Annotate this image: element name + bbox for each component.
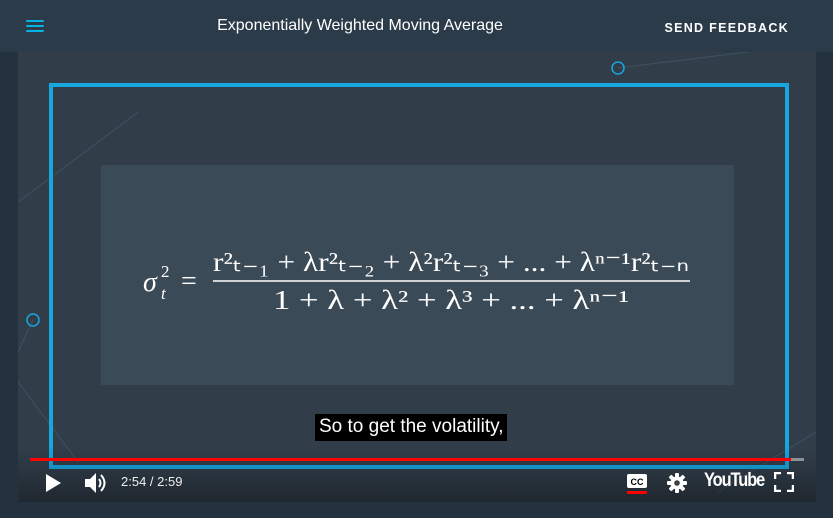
formula-denominator: 1 + λ + λ² + λ³ + ... + λⁿ⁻¹ bbox=[273, 285, 629, 315]
subtitle-caption: So to get the volatility, bbox=[315, 414, 508, 441]
formula-lhs-sup: 2 bbox=[161, 262, 170, 281]
formula-panel: σ 2 t = r²ₜ₋₁ + λr²ₜ₋₂ + λ²r²ₜ₋₃ + ... +… bbox=[101, 165, 734, 385]
top-bar: Exponentially Weighted Moving Average SE… bbox=[0, 0, 833, 52]
formula-lhs: σ bbox=[143, 267, 158, 298]
time-display: 2:54 / 2:59 bbox=[121, 474, 182, 489]
svg-text:CC: CC bbox=[631, 477, 644, 487]
formula-numerator: r²ₜ₋₁ + λr²ₜ₋₂ + λ²r²ₜ₋₃ + ... + λⁿ⁻¹r²ₜ… bbox=[213, 247, 689, 277]
send-feedback-button[interactable]: SEND FEEDBACK bbox=[664, 21, 789, 35]
duration: 2:59 bbox=[157, 474, 183, 489]
lesson-title: Exponentially Weighted Moving Average bbox=[217, 17, 503, 34]
closed-captions-icon[interactable]: CC bbox=[626, 472, 648, 496]
gear-icon[interactable] bbox=[666, 472, 688, 494]
play-icon[interactable] bbox=[43, 472, 63, 494]
video-player[interactable]: σ 2 t = r²ₜ₋₁ + λr²ₜ₋₂ + λ²r²ₜ₋₃ + ... +… bbox=[18, 52, 816, 502]
ewma-formula: σ 2 t = r²ₜ₋₁ + λr²ₜ₋₂ + λ²r²ₜ₋₃ + ... +… bbox=[143, 247, 690, 315]
progress-bar[interactable] bbox=[30, 458, 804, 461]
youtube-logo[interactable]: YouTube bbox=[704, 470, 765, 492]
volume-icon[interactable] bbox=[83, 471, 109, 495]
svg-text:=: = bbox=[181, 266, 197, 297]
time-separator: / bbox=[146, 474, 158, 489]
current-time: 2:54 bbox=[121, 474, 147, 489]
fullscreen-icon[interactable] bbox=[774, 472, 794, 492]
progress-fill bbox=[30, 458, 791, 461]
formula-lhs-sub: t bbox=[161, 284, 167, 303]
